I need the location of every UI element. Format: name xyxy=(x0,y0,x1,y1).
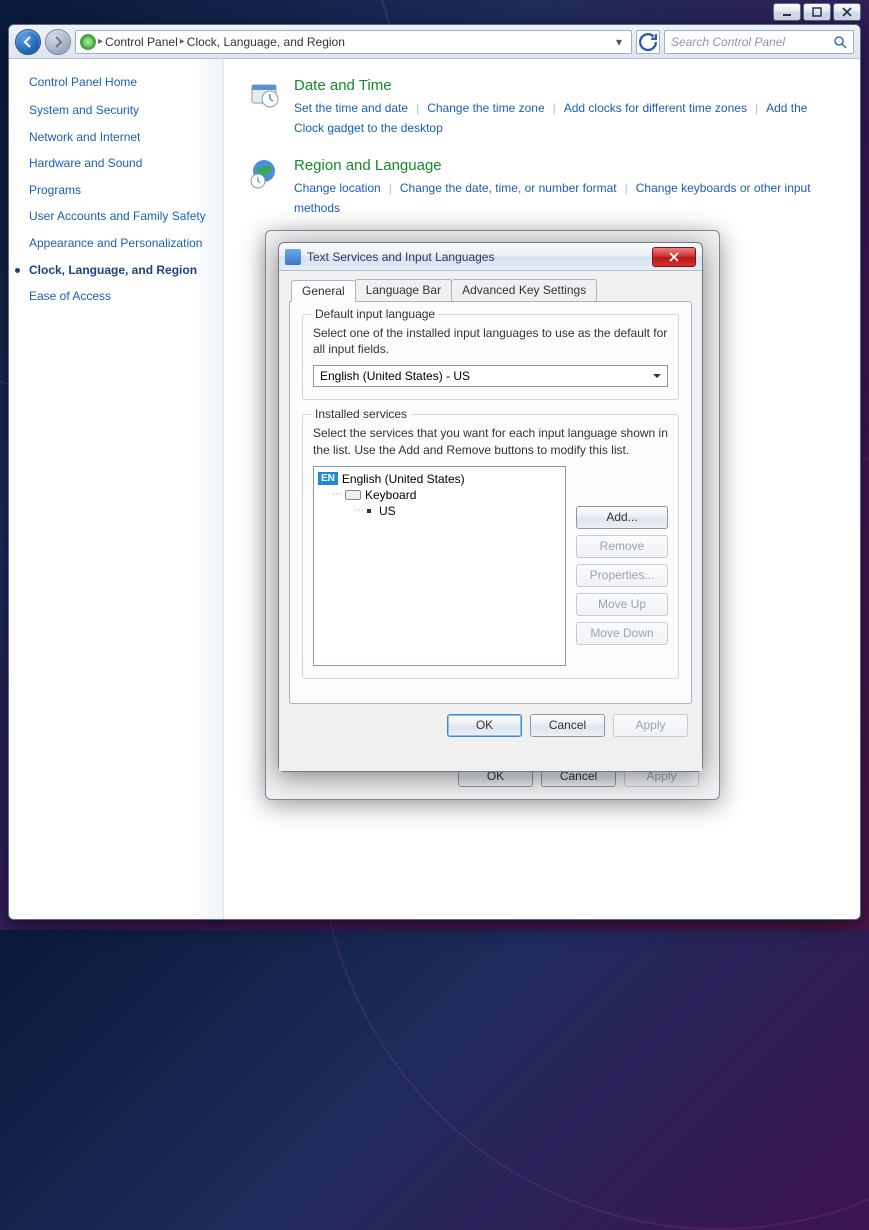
sidebar-item-clock-language-and-region[interactable]: Clock, Language, and Region xyxy=(29,263,215,279)
tab-advanced-key-settings[interactable]: Advanced Key Settings xyxy=(451,279,597,301)
breadcrumb-root[interactable]: Control Panel xyxy=(105,35,178,49)
dialog-titlebar[interactable]: Text Services and Input Languages xyxy=(279,243,702,271)
breadcrumb-current[interactable]: Clock, Language, and Region xyxy=(187,35,345,49)
dialog-close-button[interactable] xyxy=(652,247,696,267)
tree-line-icon: ⋯ xyxy=(332,489,341,500)
window-titlebar xyxy=(0,0,869,24)
sidebar-item-network-and-internet[interactable]: Network and Internet xyxy=(29,130,215,146)
properties-button[interactable]: Properties... xyxy=(576,564,668,587)
category-links: Change location|Change the date, time, o… xyxy=(294,178,836,219)
category-link[interactable]: Change the date, time, or number format xyxy=(400,181,617,195)
sidebar-item-hardware-and-sound[interactable]: Hardware and Sound xyxy=(29,156,215,172)
sidebar-item-programs[interactable]: Programs xyxy=(29,183,215,199)
category-title[interactable]: Date and Time xyxy=(294,77,836,94)
move-up-button[interactable]: Move Up xyxy=(576,593,668,616)
category-row: Region and Language Change location|Chang… xyxy=(248,157,836,219)
sidebar-item-user-accounts-and-family-safety[interactable]: User Accounts and Family Safety xyxy=(29,209,215,225)
back-button[interactable] xyxy=(15,29,41,55)
language-name: English (United States) xyxy=(342,472,465,486)
sidebar-item-ease-of-access[interactable]: Ease of Access xyxy=(29,289,215,305)
group-label: Installed services xyxy=(311,407,411,421)
chevron-right-icon: ▸ xyxy=(180,36,185,47)
move-down-button[interactable]: Move Down xyxy=(576,622,668,645)
category-link[interactable]: Change the time zone xyxy=(427,101,544,115)
default-language-combo[interactable]: English (United States) - US xyxy=(313,365,668,387)
close-button[interactable] xyxy=(833,3,861,21)
tree-line-icon: ⋯ xyxy=(354,505,363,516)
group-label: Default input language xyxy=(311,307,439,321)
keyboard-icon xyxy=(345,490,361,500)
group-description: Select the services that you want for ea… xyxy=(313,425,668,457)
group-description: Select one of the installed input langua… xyxy=(313,325,668,357)
category-link[interactable]: Add clocks for different time zones xyxy=(564,101,747,115)
nav-toolbar: ▸ Control Panel ▸ Clock, Language, and R… xyxy=(9,25,860,59)
ok-button[interactable]: OK xyxy=(447,714,522,737)
tab-strip: GeneralLanguage BarAdvanced Key Settings xyxy=(291,279,692,301)
installed-services-group: Installed services Select the services t… xyxy=(302,414,679,678)
refresh-button[interactable] xyxy=(636,30,660,54)
category-title[interactable]: Region and Language xyxy=(294,157,836,174)
search-input[interactable]: Search Control Panel xyxy=(664,30,854,54)
remove-button[interactable]: Remove xyxy=(576,535,668,558)
default-language-group: Default input language Select one of the… xyxy=(302,314,679,400)
sidebar-home-link[interactable]: Control Panel Home xyxy=(29,75,215,89)
search-placeholder: Search Control Panel xyxy=(671,35,785,49)
search-icon xyxy=(833,35,847,49)
layout-name: US xyxy=(379,504,396,518)
dialog-title: Text Services and Input Languages xyxy=(307,250,494,264)
combo-value: English (United States) - US xyxy=(320,369,470,383)
apply-button[interactable]: Apply xyxy=(613,714,688,737)
breadcrumb-dropdown-icon[interactable]: ▾ xyxy=(611,35,627,49)
sidebar-item-system-and-security[interactable]: System and Security xyxy=(29,103,215,119)
category-links: Set the time and date|Change the time zo… xyxy=(294,98,836,139)
tab-panel-general: Default input language Select one of the… xyxy=(289,301,692,704)
text-services-dialog: Text Services and Input Languages Genera… xyxy=(278,242,703,772)
category-row: Date and Time Set the time and date|Chang… xyxy=(248,77,836,139)
services-listbox[interactable]: EN English (United States) ⋯ Keyboard ⋯ … xyxy=(313,466,566,666)
language-badge: EN xyxy=(318,472,338,485)
tab-general[interactable]: General xyxy=(291,280,356,302)
breadcrumb[interactable]: ▸ Control Panel ▸ Clock, Language, and R… xyxy=(75,30,632,54)
category-link[interactable]: Change location xyxy=(294,181,381,195)
minimize-button[interactable] xyxy=(773,3,801,21)
keyboard-label: Keyboard xyxy=(365,488,416,502)
clock-icon xyxy=(248,77,280,109)
chevron-right-icon: ▸ xyxy=(98,36,103,47)
control-panel-icon xyxy=(80,34,96,50)
category-link[interactable]: Set the time and date xyxy=(294,101,408,115)
keyboard-icon xyxy=(285,249,301,265)
add-button[interactable]: Add... xyxy=(576,506,668,529)
forward-button[interactable] xyxy=(45,29,71,55)
globe-icon xyxy=(248,157,280,189)
maximize-button[interactable] xyxy=(803,3,831,21)
cancel-button[interactable]: Cancel xyxy=(530,714,605,737)
bullet-icon xyxy=(367,509,371,513)
sidebar: Control Panel Home System and Security Ne… xyxy=(9,59,224,919)
sidebar-item-appearance-and-personalization[interactable]: Appearance and Personalization xyxy=(29,236,215,252)
tab-language-bar[interactable]: Language Bar xyxy=(355,279,452,301)
